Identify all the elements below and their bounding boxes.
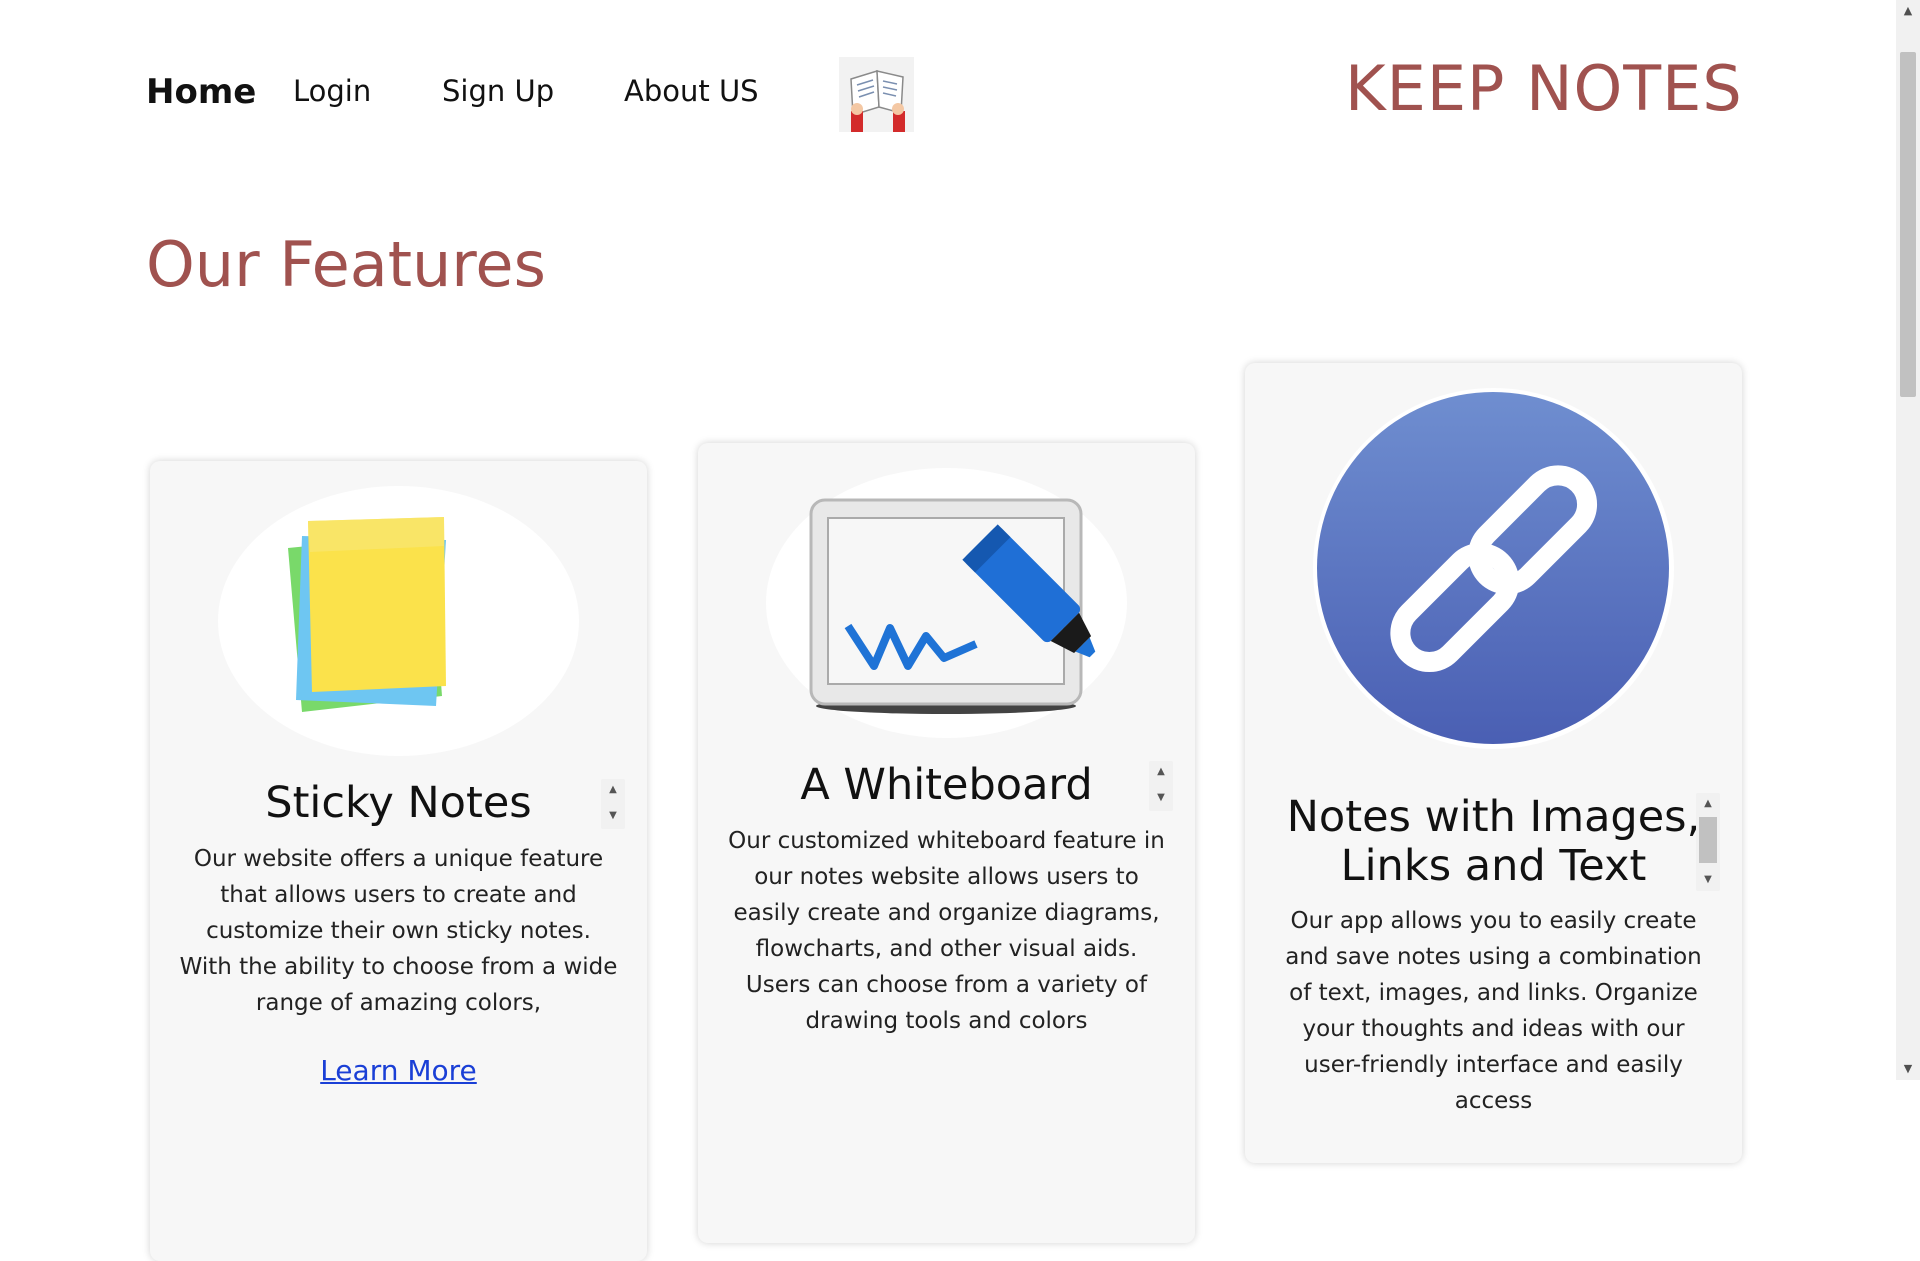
scrollbar-thumb[interactable] [1900,52,1916,397]
learn-more-link[interactable]: Learn More [150,1054,647,1087]
card-scrollbar[interactable]: ▲ ▼ [1696,793,1720,891]
feature-card-sticky-notes: Sticky Notes ▲ ▼ Our website offers a un… [150,461,647,1261]
nav-home-link[interactable]: Home [146,72,256,112]
link-chain-icon [1313,388,1674,749]
sticky-notes-icon [218,486,579,756]
whiteboard-icon [766,468,1127,738]
notebook-logo-icon[interactable] [839,57,914,132]
card-title: Sticky Notes [265,778,532,828]
page-scrollbar[interactable]: ▲ ▼ [1896,0,1920,1080]
card-title: A Whiteboard [800,760,1093,810]
card-scrollbar[interactable]: ▲ ▼ [1149,761,1173,811]
card-description: Our website offers a unique feature that… [179,846,618,1016]
scroll-up-arrow-icon[interactable]: ▲ [1896,0,1920,22]
nav-signup-link[interactable]: Sign Up [442,74,554,108]
feature-card-notes-images-links: Notes with Images, Links and Text ▲ ▼ Ou… [1245,363,1742,1163]
scroll-down-arrow-icon[interactable]: ▼ [1896,1058,1920,1080]
card-description: Our app allows you to easily create and … [1285,908,1702,1114]
feature-card-whiteboard: A Whiteboard ▲ ▼ Our customized whiteboa… [698,443,1195,1243]
section-title: Our Features [146,228,546,301]
brand-title: KEEP NOTES [1345,52,1743,125]
card-title: Notes with Images, Links and Text [1286,792,1701,891]
card-scrollbar[interactable]: ▲ ▼ [601,779,625,829]
nav-login-link[interactable]: Login [293,74,371,108]
nav-about-link[interactable]: About US [624,74,759,108]
card-description: Our customized whiteboard feature in our… [728,828,1165,1034]
